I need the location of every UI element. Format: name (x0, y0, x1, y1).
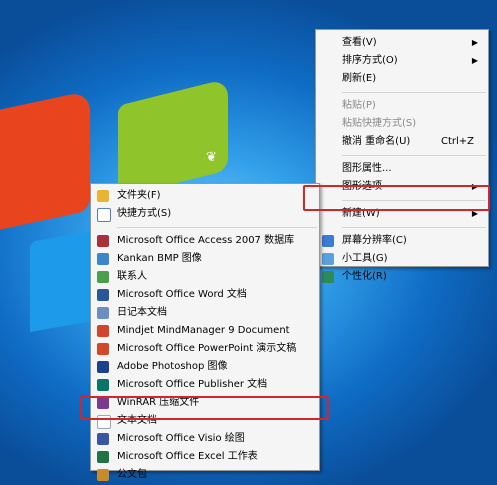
menu-item-label: 日记本文档 (117, 307, 167, 318)
windows-logo-red-pane (0, 90, 90, 230)
submenu-arrow-icon: ▶ (471, 56, 478, 65)
menu-item-personalize[interactable]: 个性化(R) (316, 268, 488, 286)
menu-separator (342, 155, 486, 156)
new-item-word-document[interactable]: Microsoft Office Word 文档 (91, 286, 319, 304)
highlight-box-text-document (80, 396, 329, 420)
menu-item-label: Adobe Photoshop 图像 (117, 361, 228, 372)
new-item-visio-drawing[interactable]: Microsoft Office Visio 绘图 (91, 430, 319, 448)
visio-icon (97, 433, 109, 445)
menu-item-view[interactable]: 查看(V) ▶ (316, 34, 488, 52)
menu-item-label: 文件夹(F) (117, 190, 161, 201)
menu-item-graphics-properties[interactable]: 图形属性... (316, 160, 488, 178)
highlight-box-new (303, 185, 490, 211)
excel-icon (97, 451, 109, 463)
menu-item-label: 联系人 (117, 271, 147, 282)
menu-separator (117, 227, 317, 228)
menu-item-label: 个性化(R) (342, 271, 387, 282)
word-icon (97, 289, 109, 301)
new-item-bmp-image[interactable]: Kankan BMP 图像 (91, 250, 319, 268)
new-item-folder[interactable]: 文件夹(F) (91, 187, 319, 205)
windows-logo-green-pane (118, 78, 228, 198)
monitor-icon (322, 235, 334, 247)
new-item-briefcase[interactable]: 公文包 (91, 466, 319, 484)
new-item-journal-document[interactable]: 日记本文档 (91, 304, 319, 322)
new-item-photoshop-image[interactable]: Adobe Photoshop 图像 (91, 358, 319, 376)
menu-item-label: 图形属性... (342, 163, 392, 174)
menu-item-label: 粘贴(P) (342, 100, 376, 111)
new-item-powerpoint-presentation[interactable]: Microsoft Office PowerPoint 演示文稿 (91, 340, 319, 358)
new-item-excel-worksheet[interactable]: Microsoft Office Excel 工作表 (91, 448, 319, 466)
gadgets-icon (322, 253, 334, 265)
menu-item-refresh[interactable]: 刷新(E) (316, 70, 488, 88)
menu-item-paste-shortcut[interactable]: 粘贴快捷方式(S) (316, 115, 488, 133)
menu-item-label: 排序方式(O) (342, 55, 398, 66)
journal-icon (97, 307, 109, 319)
menu-item-label: 屏幕分辨率(C) (342, 235, 407, 246)
menu-item-label: 公文包 (117, 469, 147, 480)
menu-item-label: Microsoft Office Excel 工作表 (117, 451, 258, 462)
menu-item-sort-by[interactable]: 排序方式(O) ▶ (316, 52, 488, 70)
menu-item-label: 快捷方式(S) (117, 208, 172, 219)
menu-item-label: Microsoft Office Visio 绘图 (117, 433, 245, 444)
menu-item-label: 撤消 重命名(U) (342, 136, 411, 147)
desktop-context-menu: 查看(V) ▶ 排序方式(O) ▶ 刷新(E) 粘贴(P) 粘贴快捷方式(S) … (315, 29, 489, 283)
menu-item-label: Microsoft Office Publisher 文档 (117, 379, 268, 390)
menu-item-label: Microsoft Office PowerPoint 演示文稿 (117, 343, 297, 354)
new-item-access-database[interactable]: Microsoft Office Access 2007 数据库 (91, 232, 319, 250)
new-item-shortcut[interactable]: 快捷方式(S) (91, 205, 319, 223)
menu-item-label: Kankan BMP 图像 (117, 253, 202, 264)
access-icon (97, 235, 109, 247)
menu-item-label: 刷新(E) (342, 73, 377, 84)
new-item-mindmanager-document[interactable]: Mindjet MindManager 9 Document (91, 322, 319, 340)
powerpoint-icon (97, 343, 109, 355)
menu-item-paste[interactable]: 粘贴(P) (316, 97, 488, 115)
menu-item-label: 查看(V) (342, 37, 377, 48)
shortcut-icon (97, 208, 111, 222)
menu-item-label: 粘贴快捷方式(S) (342, 118, 417, 129)
menu-item-label: Microsoft Office Word 文档 (117, 289, 247, 300)
contact-icon (97, 271, 109, 283)
new-item-contact[interactable]: 联系人 (91, 268, 319, 286)
mindmanager-icon (97, 325, 109, 337)
submenu-arrow-icon: ▶ (471, 38, 478, 47)
personalize-icon (322, 271, 334, 283)
publisher-icon (97, 379, 109, 391)
menu-item-label: Microsoft Office Access 2007 数据库 (117, 235, 295, 246)
menu-separator (342, 227, 486, 228)
menu-item-label: Mindjet MindManager 9 Document (117, 325, 290, 336)
menu-separator (342, 92, 486, 93)
photoshop-icon (97, 361, 109, 373)
new-item-publisher-document[interactable]: Microsoft Office Publisher 文档 (91, 376, 319, 394)
new-submenu: 文件夹(F) 快捷方式(S) Microsoft Office Access 2… (90, 183, 320, 481)
menu-item-label: 小工具(G) (342, 253, 388, 264)
butterfly-icon: ❦ (206, 150, 217, 165)
bmp-image-icon (97, 253, 109, 265)
menu-item-undo-rename[interactable]: 撤消 重命名(U) Ctrl+Z (316, 133, 488, 151)
briefcase-icon (97, 469, 109, 481)
menu-item-shortcut: Ctrl+Z (440, 136, 474, 147)
folder-icon (97, 190, 109, 202)
menu-item-screen-resolution[interactable]: 屏幕分辨率(C) (316, 232, 488, 250)
menu-item-gadgets[interactable]: 小工具(G) (316, 250, 488, 268)
